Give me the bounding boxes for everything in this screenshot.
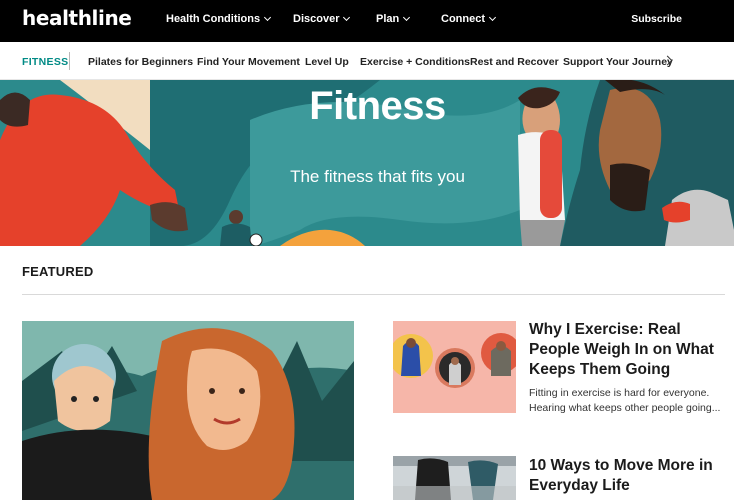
chevron-down-icon: [403, 13, 411, 22]
chevron-down-icon: [343, 13, 351, 22]
featured-article-image[interactable]: [22, 321, 354, 500]
featured-heading: FEATURED: [22, 264, 94, 279]
nav-health-conditions[interactable]: Health Conditions: [166, 13, 272, 25]
subnav-item-rest-and-recover[interactable]: Rest and Recover: [470, 56, 559, 68]
subnav-item-level-up[interactable]: Level Up: [305, 56, 349, 68]
nav-label: Plan: [376, 13, 400, 25]
section-divider: [22, 294, 725, 295]
healthline-logo[interactable]: healthline: [22, 6, 132, 30]
nav-label: Discover: [293, 13, 340, 25]
featured-illustration: [22, 321, 354, 500]
section-navigation: FITNESS Pilates for Beginners Find Your …: [0, 42, 734, 80]
nav-label: Connect: [441, 13, 485, 25]
article-description: Fitting in exercise is hard for everyone…: [529, 387, 721, 414]
chevron-down-icon: [488, 13, 497, 22]
subnav-item-find-your-movement[interactable]: Find Your Movement: [197, 56, 300, 68]
subnav-divider: [69, 52, 70, 70]
hero-subtitle: The fitness that fits you: [290, 167, 465, 186]
subscribe-link[interactable]: Subscribe: [631, 13, 682, 25]
hero-title: Fitness: [309, 84, 446, 128]
nav-discover[interactable]: Discover: [293, 13, 351, 25]
nav-connect[interactable]: Connect: [441, 13, 497, 25]
nav-plan[interactable]: Plan: [376, 13, 411, 25]
subnav-item-support-your-journey[interactable]: Support Your Journey: [563, 56, 673, 68]
article-thumbnail-illustration: [393, 321, 516, 413]
hero-banner: Fitness The fitness that fits you: [0, 80, 734, 246]
chevron-down-icon: [264, 13, 272, 22]
nav-label: Health Conditions: [166, 13, 261, 25]
article-title-link[interactable]: Why I Exercise: Real People Weigh In on …: [529, 320, 729, 380]
subnav-item-exercise-conditions[interactable]: Exercise + Conditions: [360, 56, 470, 68]
article-thumbnail[interactable]: [393, 456, 516, 500]
subnav-current-section[interactable]: FITNESS: [22, 56, 68, 68]
top-navigation: healthline Health Conditions Discover Pl…: [0, 0, 734, 42]
subnav-item-pilates[interactable]: Pilates for Beginners: [88, 56, 193, 68]
article-title-link[interactable]: 10 Ways to Move More in Everyday Life: [529, 456, 729, 496]
article-thumbnail-illustration: [393, 456, 516, 500]
article-thumbnail[interactable]: [393, 321, 516, 413]
